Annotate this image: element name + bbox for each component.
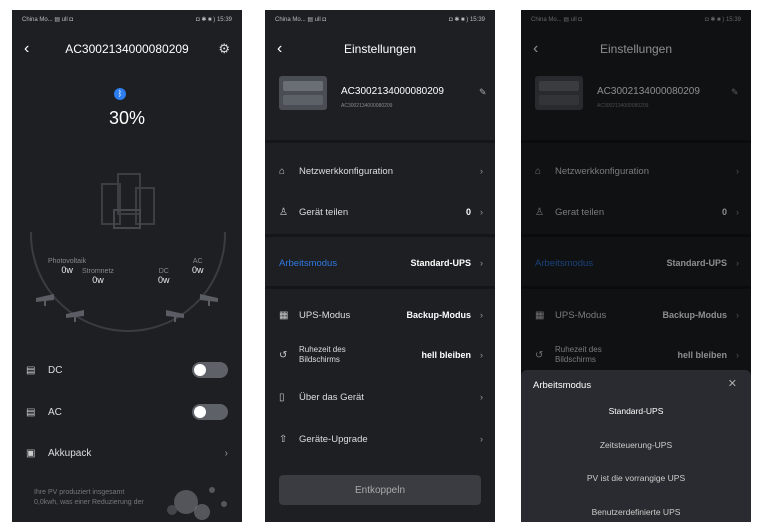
flow-value: 0w (158, 275, 170, 285)
device-thumbnail (279, 76, 327, 110)
row-value: Standard-UPS (410, 258, 471, 268)
row-label: AC (48, 406, 62, 418)
row-label: Gerät teilen (299, 206, 349, 218)
battery-percent: 30% (108, 108, 146, 128)
option-zeitsteuerung-ups[interactable]: Zeitsteuerung-UPS (521, 440, 751, 454)
carrier-text: China Mo... ▤ ull ◘ (22, 17, 73, 23)
row-label: Geräte-Upgrade (299, 433, 368, 445)
flow-arc (30, 232, 226, 332)
ueber-row[interactable]: ▯ Über das Gerät › (279, 386, 483, 408)
upgrade-icon: ⇧ (279, 433, 288, 445)
pv-note: Ihre PV produziert insgesamt 0,0kwh, was… (34, 489, 144, 506)
settings-screen: China Mo... ▤ ull ◘ ◘ ✱ ■ ) 15:39 ‹ Eins… (265, 10, 495, 522)
flow-label: DC (158, 268, 169, 275)
divider (265, 286, 495, 289)
upgrade-row[interactable]: ⇧ Geräte-Upgrade › (279, 428, 483, 450)
option-standard-ups[interactable]: Standard-UPS (521, 406, 751, 420)
row-label: Arbeitsmodus (279, 257, 338, 269)
ac-row: ▤ AC (26, 401, 228, 423)
option-benutzerdefiniert[interactable]: Benutzerdefinierte UPS (521, 507, 751, 521)
status-right: ◘ ✱ ■ ) 15:39 (449, 17, 485, 23)
chevron-right-icon: › (480, 392, 483, 402)
chevron-right-icon: › (480, 310, 483, 320)
status-bar: China Mo... ▤ ull ◘ ◘ ✱ ■ ) 15:39 (275, 16, 485, 28)
dc-icon: ▤ (26, 364, 36, 376)
ruhezeit-row[interactable]: ↺ Ruhezeit des Bildschirms hell bleiben … (279, 344, 483, 366)
bubbles-graphic (167, 487, 227, 520)
row-value: hell bleiben (421, 350, 471, 360)
device-illustration (101, 173, 155, 229)
solar-panel-icon (36, 294, 54, 306)
carrier-text: China Mo... ▤ ull ◘ (275, 17, 326, 23)
dc-row: ▤ DC (26, 359, 228, 381)
settings-screen-sheet: China Mo... ▤ ull ◘ ◘ ✱ ■ ) 15:39 ‹ Eins… (521, 10, 751, 522)
dc-device-icon (166, 310, 184, 322)
netzwerk-row[interactable]: ⌂ Netzwerkkonfiguration › (279, 160, 483, 182)
page-title: AC3002134000080209 (65, 42, 189, 56)
close-icon[interactable]: ✕ (728, 377, 737, 390)
option-pv-vorrangig[interactable]: PV ist die vorrangige UPS (521, 473, 751, 487)
sleep-timer-icon: ↺ (279, 349, 288, 361)
row-label: UPS-Modus (299, 309, 351, 321)
chevron-right-icon: › (480, 350, 483, 360)
chevron-right-icon: › (480, 166, 483, 176)
ac-toggle[interactable] (192, 404, 228, 420)
chevron-right-icon: › (480, 207, 483, 217)
row-label: Netzwerkkonfiguration (299, 165, 393, 177)
flow-label: AC (192, 258, 203, 265)
chevron-right-icon: › (224, 447, 228, 459)
dc-toggle[interactable] (192, 362, 228, 378)
gear-icon[interactable]: ⚙ (218, 41, 230, 57)
row-label: DC (48, 364, 63, 376)
info-icon: ▯ (279, 391, 285, 403)
sheet-title: Arbeitsmodus (533, 380, 592, 391)
battery-pack-icon: ▣ (26, 447, 36, 459)
flow-label: Photovoltaik (48, 258, 87, 265)
arbeitsmodus-row[interactable]: Arbeitsmodus Standard-UPS › (279, 252, 483, 274)
row-label: Akkupack (48, 447, 92, 459)
bluetooth-icon: ᛒ (114, 88, 126, 100)
chevron-right-icon: › (480, 434, 483, 444)
edit-icon[interactable]: ✎ (479, 87, 487, 98)
row-value: 0 (465, 207, 471, 217)
flow-label: Stromnetz (82, 268, 114, 275)
flow-stromnetz: Stromnetz 0w (82, 268, 114, 285)
back-button[interactable]: ‹ (24, 40, 29, 58)
back-button[interactable]: ‹ (277, 40, 282, 58)
flow-photovoltaik: Photovoltaik 0w (48, 258, 86, 275)
teilen-row[interactable]: ♙ Gerät teilen 0 › (279, 201, 483, 223)
arbeitsmodus-sheet: Arbeitsmodus ✕ Standard-UPS Zeitsteuerun… (521, 370, 751, 522)
flow-value: 0w (92, 275, 104, 285)
grid-icon (66, 310, 84, 322)
status-bar: China Mo... ▤ ull ◘ ◘ ✱ ■ ) 15:39 (22, 16, 232, 28)
ac-device-icon (200, 294, 218, 306)
device-serial: AC3002134000080209 (341, 103, 393, 109)
ups-modus-row[interactable]: ▦ UPS-Modus Backup-Modus › (279, 304, 483, 326)
page-title: Einstellungen (343, 42, 417, 56)
row-label: Über das Gerät (299, 391, 364, 403)
divider (265, 140, 495, 143)
row-label: Ruhezeit des Bildschirms (299, 345, 346, 364)
flow-ac: AC 0w (192, 258, 204, 275)
divider (265, 234, 495, 237)
chevron-right-icon: › (480, 258, 483, 268)
flow-value: 0w (192, 265, 204, 275)
device-screen: China Mo... ▤ ull ◘ ◘ ✱ ■ ) 15:39 ‹ AC30… (12, 10, 242, 522)
flow-value: 0w (61, 265, 73, 275)
flow-dc: DC 0w (158, 268, 170, 285)
ac-icon: ▤ (26, 406, 36, 418)
row-value: Backup-Modus (406, 310, 471, 320)
device-name: AC3002134000080209 (341, 86, 444, 97)
network-icon: ⌂ (279, 165, 286, 177)
share-user-icon: ♙ (279, 206, 288, 218)
status-right: ◘ ✱ ■ ) 15:39 (196, 17, 232, 23)
akkupack-row[interactable]: ▣ Akkupack › (26, 442, 228, 464)
disconnect-button[interactable]: Entkoppeln (279, 475, 481, 505)
ups-icon: ▦ (279, 309, 289, 321)
